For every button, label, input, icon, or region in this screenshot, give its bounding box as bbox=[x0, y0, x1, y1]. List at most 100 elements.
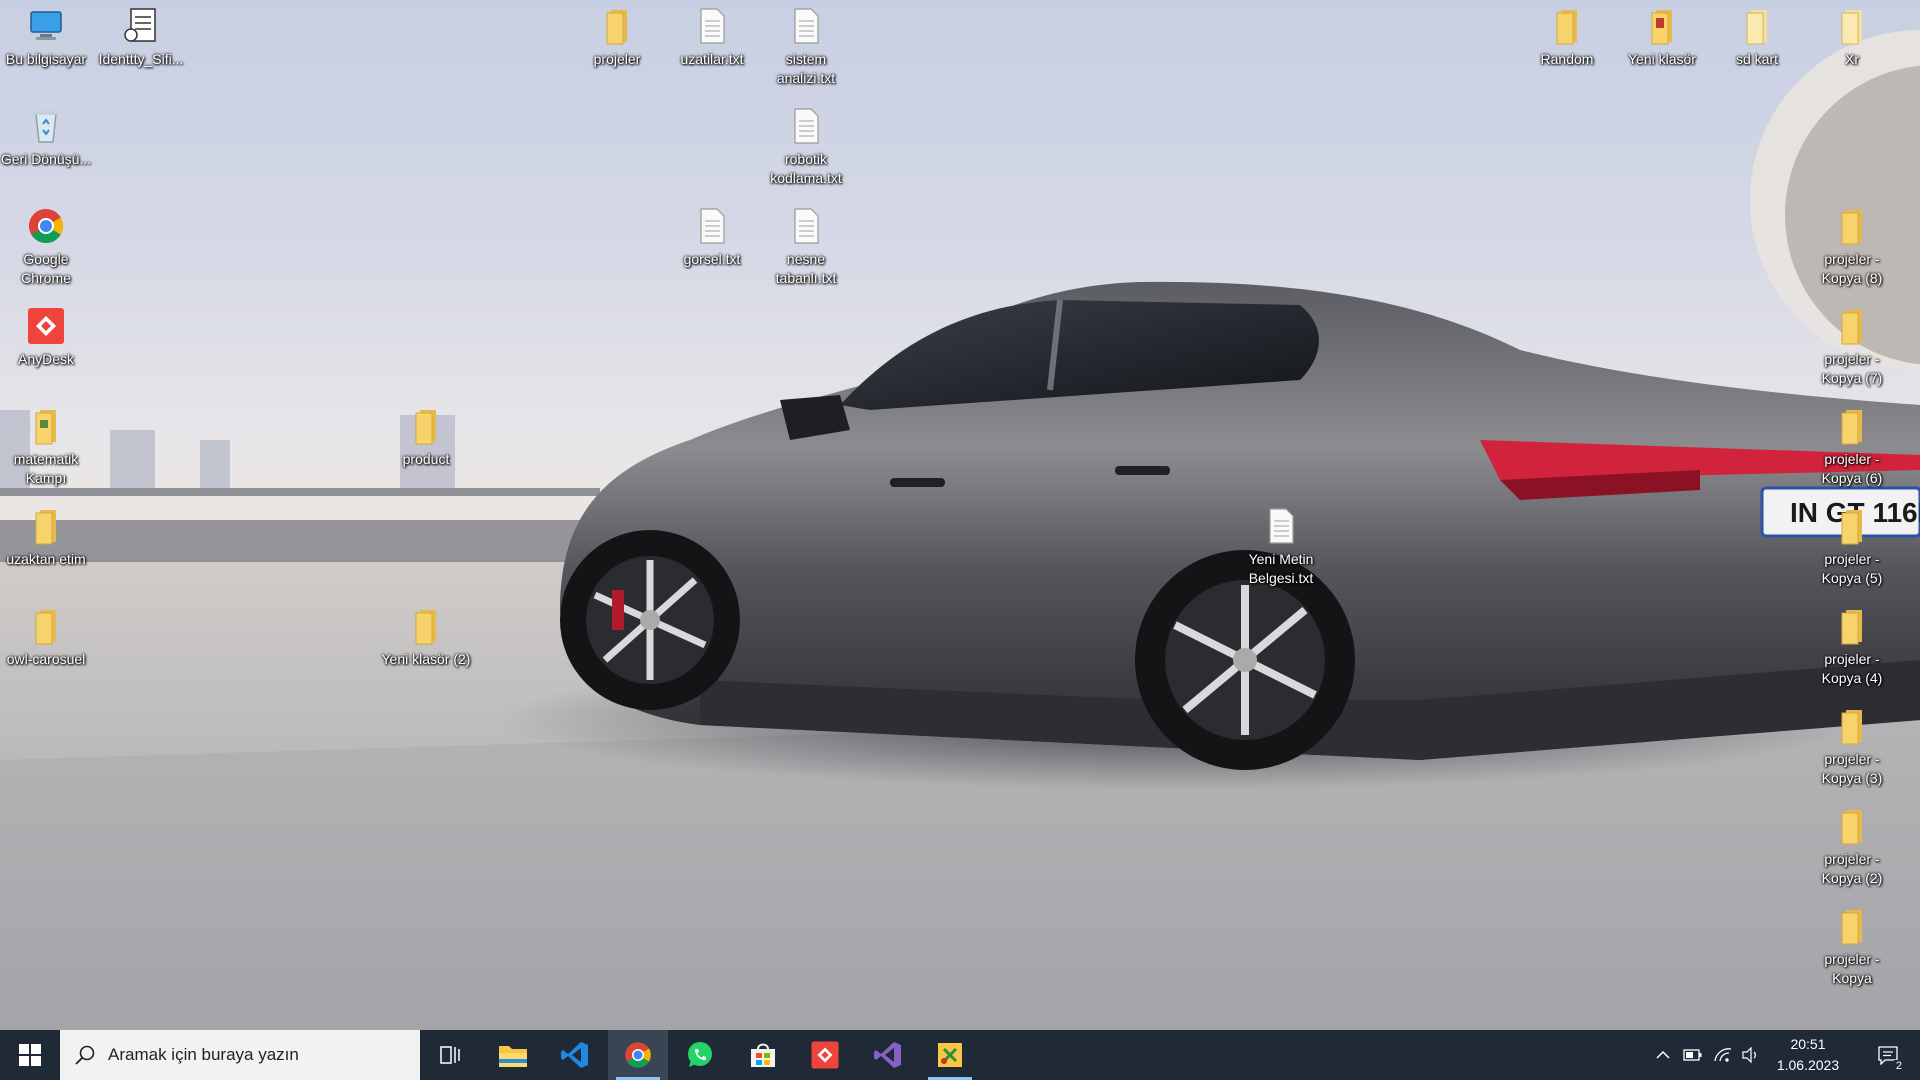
taskbar-task-view-button[interactable] bbox=[420, 1030, 480, 1080]
desktop-icon-google-chrome[interactable]: Google Chrome bbox=[0, 204, 92, 288]
desktop-icon-text-file[interactable]: gorsel.txt bbox=[666, 204, 758, 269]
desktop-icon-label: Google Chrome bbox=[21, 251, 71, 286]
text-file-icon bbox=[786, 206, 826, 246]
chevron-up-icon bbox=[1656, 1050, 1670, 1059]
desktop-icon-identity-file[interactable]: Identtty_Sifi... bbox=[95, 4, 187, 69]
desktop[interactable]: IN GT 116E bbox=[0, 0, 1920, 1030]
folder-icon bbox=[1832, 806, 1872, 846]
desktop-icon-folder[interactable]: uzaktan etim bbox=[0, 504, 92, 569]
chrome-icon bbox=[26, 206, 66, 246]
search-placeholder: Aramak için buraya yazın bbox=[108, 1045, 299, 1064]
desktop-icon-label: AnyDesk bbox=[17, 351, 75, 367]
desktop-icon-label: Identtty_Sifi... bbox=[98, 51, 184, 67]
desktop-icon-label: Yeni klasör bbox=[1628, 51, 1696, 67]
desktop-icon-label: matematik Kampı bbox=[13, 451, 79, 486]
text-file-icon bbox=[786, 6, 826, 46]
desktop-icon-folder[interactable]: projeler bbox=[571, 4, 663, 69]
desktop-icon-label: projeler - Kopya (4) bbox=[1821, 651, 1883, 686]
taskbar-snipping-tool-button[interactable] bbox=[920, 1030, 980, 1080]
taskbar-vscode-button[interactable] bbox=[545, 1030, 605, 1080]
taskbar-file-explorer-button[interactable] bbox=[483, 1030, 543, 1080]
text-file-icon bbox=[786, 106, 826, 146]
desktop-icon-label: projeler - Kopya (8) bbox=[1821, 251, 1883, 286]
anydesk-icon bbox=[811, 1041, 839, 1069]
desktop-icon-folder[interactable]: sd kart bbox=[1711, 4, 1803, 69]
snipping-tool-icon bbox=[938, 1043, 962, 1067]
windows-icon bbox=[19, 1044, 41, 1066]
desktop-icon-text-file[interactable]: Yeni Metin Belgesi.txt bbox=[1235, 504, 1327, 588]
clock-date: 1.06.2023 bbox=[1776, 1057, 1840, 1073]
text-file-icon bbox=[1261, 506, 1301, 546]
tray-battery-button[interactable] bbox=[1680, 1030, 1706, 1080]
desktop-icon-recycle-bin[interactable]: Geri Dönüşü... bbox=[0, 104, 92, 169]
desktop-icon-text-file[interactable]: uzatilar.txt bbox=[666, 4, 758, 69]
chrome-icon bbox=[625, 1042, 651, 1068]
vscode-icon bbox=[561, 1042, 588, 1068]
desktop-icon-folder[interactable]: Random bbox=[1521, 4, 1613, 69]
wifi-icon bbox=[1714, 1048, 1732, 1062]
desktop-icon-label: projeler bbox=[593, 51, 641, 67]
desktop-icon-folder[interactable]: Xr bbox=[1806, 4, 1898, 69]
desktop-icon-label: projeler - Kopya (2) bbox=[1821, 851, 1883, 886]
desktop-icon-label: sistem analizi.txt bbox=[776, 51, 836, 86]
text-file-icon bbox=[692, 6, 732, 46]
folder-icon bbox=[1832, 906, 1872, 946]
action-center-button[interactable]: 2 bbox=[1866, 1030, 1910, 1080]
folder-icon bbox=[1832, 406, 1872, 446]
folder-icon bbox=[1737, 6, 1777, 46]
folder-icon bbox=[1832, 606, 1872, 646]
notification-count-badge: 2 bbox=[1893, 1060, 1904, 1072]
search-icon bbox=[75, 1045, 95, 1065]
folder-icon bbox=[1832, 706, 1872, 746]
tray-overflow-button[interactable] bbox=[1650, 1030, 1676, 1080]
document-icon bbox=[121, 6, 161, 46]
taskbar-chrome-button[interactable] bbox=[608, 1030, 668, 1080]
folder-icon bbox=[1832, 506, 1872, 546]
folder-icon bbox=[26, 606, 66, 646]
taskbar-visual-studio-button[interactable] bbox=[858, 1030, 918, 1080]
desktop-icon-folder[interactable]: projeler - Kopya bbox=[1806, 904, 1898, 988]
desktop-icon-text-file[interactable]: nesne tabanlı.txt bbox=[760, 204, 852, 288]
desktop-icon-folder[interactable]: projeler - Kopya (2) bbox=[1806, 804, 1898, 888]
desktop-icon-label: product bbox=[402, 451, 450, 467]
desktop-icon-label: Bu bilgisayar bbox=[5, 51, 87, 67]
taskbar-store-button[interactable] bbox=[733, 1030, 793, 1080]
desktop-icon-folder[interactable]: projeler - Kopya (8) bbox=[1806, 204, 1898, 288]
taskbar-anydesk-button[interactable] bbox=[795, 1030, 855, 1080]
desktop-icon-folder[interactable]: projeler - Kopya (6) bbox=[1806, 404, 1898, 488]
desktop-icon-folder[interactable]: projeler - Kopya (4) bbox=[1806, 604, 1898, 688]
desktop-icon-anydesk[interactable]: AnyDesk bbox=[0, 304, 92, 369]
folder-icon bbox=[1642, 6, 1682, 46]
desktop-icon-label: Random bbox=[1540, 51, 1594, 67]
tray-network-button[interactable] bbox=[1710, 1030, 1736, 1080]
folder-icon bbox=[1832, 6, 1872, 46]
start-button[interactable] bbox=[0, 1030, 60, 1080]
desktop-icon-text-file[interactable]: sistem analizi.txt bbox=[760, 4, 852, 88]
task-view-icon bbox=[440, 1046, 460, 1064]
taskbar-search-box[interactable]: Aramak için buraya yazın bbox=[60, 1030, 420, 1080]
wallpaper-image: IN GT 116E bbox=[0, 30, 1920, 1030]
desktop-icon-folder[interactable]: projeler - Kopya (7) bbox=[1806, 304, 1898, 388]
desktop-icon-folder[interactable]: product bbox=[380, 404, 472, 469]
folder-icon bbox=[1832, 206, 1872, 246]
desktop-icon-folder[interactable]: projeler - Kopya (5) bbox=[1806, 504, 1898, 588]
folder-icon bbox=[1547, 6, 1587, 46]
desktop-icon-label: projeler - Kopya (7) bbox=[1821, 351, 1883, 386]
folder-icon bbox=[597, 6, 637, 46]
desktop-icon-folder[interactable]: Yeni klasör (2) bbox=[380, 604, 472, 669]
desktop-icon-folder[interactable]: Yeni klasör bbox=[1616, 4, 1708, 69]
desktop-icon-label: owl-carosuel bbox=[6, 651, 86, 667]
desktop-icon-label: projeler - Kopya (3) bbox=[1821, 751, 1883, 786]
battery-icon bbox=[1683, 1049, 1702, 1061]
taskbar-whatsapp-button[interactable] bbox=[670, 1030, 730, 1080]
desktop-icon-label: uzaktan etim bbox=[6, 551, 86, 567]
recycle-bin-icon bbox=[26, 106, 66, 146]
desktop-icon-this-pc[interactable]: Bu bilgisayar bbox=[0, 4, 92, 69]
desktop-icon-folder[interactable]: matematik Kampı bbox=[0, 404, 92, 488]
taskbar-clock[interactable]: 20:51 1.06.2023 bbox=[1760, 1030, 1856, 1080]
desktop-icon-folder[interactable]: projeler - Kopya (3) bbox=[1806, 704, 1898, 788]
folder-icon bbox=[1832, 306, 1872, 346]
desktop-icon-label: Yeni klasör (2) bbox=[381, 651, 471, 667]
desktop-icon-folder[interactable]: owl-carosuel bbox=[0, 604, 92, 669]
desktop-icon-text-file[interactable]: robotik kodlama.txt bbox=[760, 104, 852, 188]
